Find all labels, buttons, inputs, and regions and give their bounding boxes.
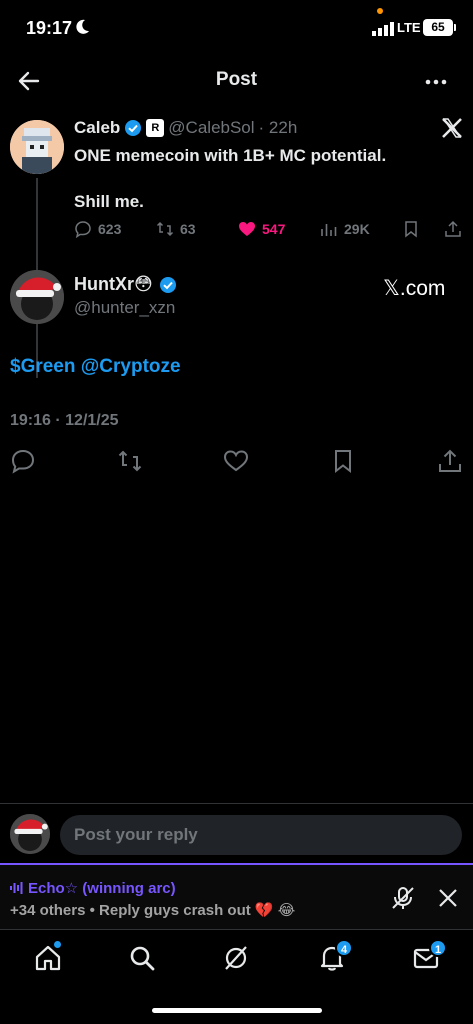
home-indicator[interactable] xyxy=(152,1008,322,1013)
heart-icon[interactable] xyxy=(223,448,249,474)
share-icon[interactable] xyxy=(437,448,463,474)
bookmark-icon xyxy=(405,221,417,238)
repost-icon xyxy=(156,221,174,237)
repost-count: 63 xyxy=(180,221,196,237)
author-handle[interactable]: @CalebSol xyxy=(168,118,254,138)
battery-icon: 65 xyxy=(423,19,456,36)
share-icon xyxy=(445,220,461,237)
signal-icon xyxy=(372,22,394,36)
share-button[interactable] xyxy=(444,220,462,238)
post-timestamp: 19:16 · 12/1/25 xyxy=(10,412,119,429)
reply-icon xyxy=(75,221,91,238)
reply-input[interactable]: Post your reply xyxy=(60,815,462,855)
moon-icon xyxy=(76,19,89,34)
avatar xyxy=(10,814,50,854)
x-logo-icon xyxy=(442,118,462,138)
pixel-avatar-icon xyxy=(10,120,64,174)
like-count: 547 xyxy=(262,221,286,237)
heart-filled-icon xyxy=(239,222,255,236)
more-options-icon[interactable] xyxy=(424,70,448,94)
author-name[interactable]: Caleb xyxy=(74,118,120,138)
avatar[interactable] xyxy=(10,120,64,174)
parent-tweet-text-line2: Shill me. xyxy=(74,192,144,211)
santa-hat-avatar-icon xyxy=(10,814,50,854)
mic-muted-icon[interactable] xyxy=(390,885,416,911)
space-title-row: Echo☆ (winning arc) xyxy=(10,879,176,897)
reply-composer: Post your reply xyxy=(0,803,473,863)
page-title: Post xyxy=(215,69,258,90)
like-button[interactable]: 547 xyxy=(238,220,285,238)
repost-button[interactable]: 63 xyxy=(156,220,196,238)
source-label: 𝕏.com xyxy=(383,277,446,300)
space-subtitle: +34 others • Reply guys crash out 💔 😂 xyxy=(10,902,296,919)
close-icon[interactable] xyxy=(437,887,459,909)
parent-tweet[interactable]: Caleb R @CalebSol · 22h ONE memecoin wit… xyxy=(0,112,473,378)
parent-tweet-header: Caleb R @CalebSol · 22h xyxy=(74,118,297,138)
reply-icon[interactable] xyxy=(10,448,36,474)
main-tweet-header: HuntXr😳 xyxy=(74,274,177,295)
main-tweet-actions xyxy=(0,448,473,476)
grok-icon[interactable] xyxy=(222,944,250,972)
author-handle[interactable]: @hunter_xzn xyxy=(74,298,175,318)
home-icon[interactable] xyxy=(34,944,62,972)
reply-count: 623 xyxy=(98,221,122,237)
verified-badge-icon xyxy=(125,120,142,136)
audio-wave-icon xyxy=(10,882,23,894)
top-nav: Post xyxy=(0,58,473,104)
affiliate-badge-icon: R xyxy=(146,119,165,137)
views-button[interactable]: 29K xyxy=(320,220,370,238)
avatar[interactable] xyxy=(10,270,64,324)
views-icon xyxy=(321,224,337,236)
reply-button[interactable]: 623 xyxy=(74,220,121,238)
parent-tweet-actions: 623 63 547 29K xyxy=(74,220,464,244)
status-bar: 19:17 LTE 65 xyxy=(0,0,473,58)
network-type: LTE xyxy=(397,20,421,35)
space-mini-player[interactable]: Echo☆ (winning arc) +34 others • Reply g… xyxy=(0,863,473,929)
post-age: · 22h xyxy=(258,118,298,137)
parent-tweet-text: ONE memecoin with 1B+ MC potential. xyxy=(74,146,387,165)
space-title: Echo☆ (winning arc) xyxy=(28,880,176,897)
privacy-indicator-dot xyxy=(377,8,383,14)
status-time: 19:17 xyxy=(26,18,73,38)
search-icon[interactable] xyxy=(128,944,156,972)
bookmark-button[interactable] xyxy=(402,220,420,238)
repost-icon[interactable] xyxy=(117,448,143,474)
santa-hat-avatar-icon xyxy=(10,270,64,324)
author-name[interactable]: HuntXr😳 xyxy=(74,274,153,295)
views-count: 29K xyxy=(344,221,370,237)
home-unread-dot xyxy=(54,941,61,948)
messages-badge: 1 xyxy=(429,939,447,957)
main-tweet-text[interactable]: $Green @Cryptoze xyxy=(10,356,181,378)
bookmark-icon[interactable] xyxy=(330,448,356,474)
notifications-badge: 4 xyxy=(335,939,353,957)
verified-badge-icon xyxy=(159,276,176,293)
